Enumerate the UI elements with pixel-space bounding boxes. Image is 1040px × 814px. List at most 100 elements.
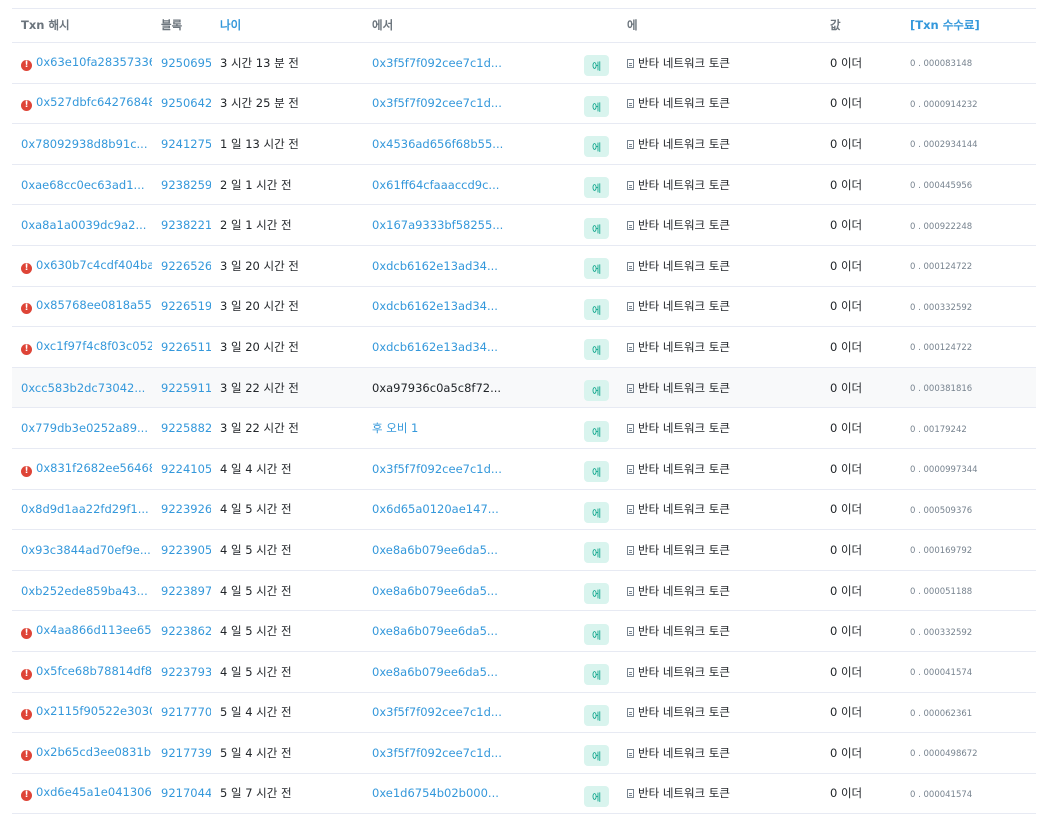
txn-hash-link[interactable]: 0x2b65cd3ee0831b... [36, 745, 152, 759]
to-token-link[interactable]: 반타 네트워크 토큰 [638, 786, 730, 800]
block-link[interactable]: 9223897 [161, 584, 211, 598]
from-address-link[interactable]: 0x3f5f7f092cee7c1d... [372, 462, 502, 476]
txn-hash-link[interactable]: 0x63e10fa28357336... [36, 55, 152, 69]
from-address-link[interactable]: 0xe1d6754b02b000... [372, 786, 499, 800]
from-address-link[interactable]: 0x3f5f7f092cee7c1d... [372, 705, 502, 719]
block-link[interactable]: 9226511 [161, 340, 211, 354]
from-address-link[interactable]: 0x3f5f7f092cee7c1d... [372, 96, 502, 110]
from-address-link[interactable]: 0xe8a6b079ee6da5... [372, 584, 498, 598]
txn-hash-link[interactable]: 0x630b7c4cdf404ba... [36, 258, 152, 272]
block-link[interactable]: 9224105 [161, 462, 211, 476]
to-token-link[interactable]: 반타 네트워크 토큰 [638, 178, 730, 192]
block-link[interactable]: 9238259 [161, 178, 211, 192]
block-link[interactable]: 9241275 [161, 137, 211, 151]
value-cell: 0 이더 [821, 448, 901, 490]
from-address-link[interactable]: 0x6d65a0120ae147... [372, 502, 499, 516]
txn-hash-link[interactable]: 0x527dbfc64276848... [36, 95, 152, 109]
block-link[interactable]: 9223926 [161, 502, 211, 516]
to-token-link[interactable]: 반타 네트워크 토큰 [638, 340, 730, 354]
txn-hash-link[interactable]: 0xa8a1a0039dc9a2... [21, 218, 146, 232]
block-link[interactable]: 9225882 [161, 421, 211, 435]
txn-hash-link[interactable]: 0x831f2682ee56468... [36, 461, 152, 475]
to-token-link[interactable]: 반타 네트워크 토큰 [638, 56, 730, 70]
to-token-link[interactable]: 반타 네트워크 토큰 [638, 96, 730, 110]
txn-hash-link[interactable]: 0x85768ee0818a55... [36, 298, 152, 312]
from-address-link[interactable]: 후 오비 1 [372, 421, 418, 435]
contract-file-icon [627, 99, 634, 109]
txn-hash-link[interactable]: 0x5fce68b78814df8... [36, 664, 152, 678]
to-token-link[interactable]: 반타 네트워크 토큰 [638, 137, 730, 151]
txn-hash-link[interactable]: 0x93c3844ad70ef9e... [21, 543, 151, 557]
direction-badge: 에 [584, 745, 610, 767]
to-cell: 반타 네트워크 토큰 [618, 245, 821, 287]
txn-hash-link[interactable]: 0x2115f90522e3030... [36, 704, 152, 718]
txn-hash-link[interactable]: 0x8d9d1aa22fd29f1... [21, 502, 149, 516]
to-token-link[interactable]: 반타 네트워크 토큰 [638, 299, 730, 313]
to-token-link[interactable]: 반타 네트워크 토큰 [638, 421, 730, 435]
header-age[interactable]: 나이 [211, 8, 363, 43]
txn-hash-link[interactable]: 0xcc583b2dc73042... [21, 381, 145, 395]
txn-hash-link[interactable]: 0x4aa866d113ee65... [36, 623, 152, 637]
block-link[interactable]: 9223905 [161, 543, 211, 557]
to-token-link[interactable]: 반타 네트워크 토큰 [638, 543, 730, 557]
block-link[interactable]: 9238221 [161, 218, 211, 232]
direction-badge: 에 [584, 95, 610, 117]
to-token-link[interactable]: 반타 네트워크 토큰 [638, 665, 730, 679]
from-address-link[interactable]: 0xdcb6162e13ad34... [372, 340, 498, 354]
from-address-link[interactable]: 0x4536ad656f68b55... [372, 137, 503, 151]
to-token-link[interactable]: 반타 네트워크 토큰 [638, 705, 730, 719]
direction-cell: 에 [575, 123, 618, 165]
to-token-link[interactable]: 반타 네트워크 토큰 [638, 584, 730, 598]
to-token-link[interactable]: 반타 네트워크 토큰 [638, 462, 730, 476]
txn-hash-link[interactable]: 0x78092938d8b91c... [21, 137, 148, 151]
block-link[interactable]: 9223793 [161, 665, 211, 679]
from-address-link[interactable]: 0x3f5f7f092cee7c1d... [372, 56, 502, 70]
from-address-link[interactable]: 0xa97936c0a5c8f72... [372, 381, 501, 395]
from-cell: 후 오비 1 [363, 407, 575, 449]
block-link[interactable]: 9226526 [161, 259, 211, 273]
error-icon: ! [21, 790, 32, 802]
contract-file-icon [627, 545, 634, 555]
to-token-link[interactable]: 반타 네트워크 토큰 [638, 746, 730, 760]
block-link[interactable]: 9223862 [161, 624, 211, 638]
to-token-link[interactable]: 반타 네트워크 토큰 [638, 624, 730, 638]
block-link[interactable]: 9250695 [161, 56, 211, 70]
to-token-link[interactable]: 반타 네트워크 토큰 [638, 381, 730, 395]
txn-hash-link[interactable]: 0xc1f97f4c8f03c052... [36, 339, 152, 353]
txn-hash-link[interactable]: 0x779db3e0252a89... [21, 421, 148, 435]
from-address-link[interactable]: 0xdcb6162e13ad34... [372, 259, 498, 273]
direction-cell: 에 [575, 407, 618, 449]
from-cell: 0x4536ad656f68b55... [363, 123, 575, 165]
transactions-table: Txn 해시 블록 나이 에서 에 값 [Txn 수수료] ! 0x63e10fa… [12, 8, 1036, 814]
contract-file-icon [627, 505, 634, 515]
direction-badge: 에 [584, 380, 610, 402]
header-fee[interactable]: [Txn 수수료] [901, 8, 1036, 43]
from-address-link[interactable]: 0x61ff64cfaaaccd9c... [372, 178, 499, 192]
from-cell: 0x6d65a0120ae147... [363, 489, 575, 531]
block-link[interactable]: 9226519 [161, 299, 211, 313]
to-token-link[interactable]: 반타 네트워크 토큰 [638, 502, 730, 516]
block-link[interactable]: 9250642 [161, 96, 211, 110]
from-address-link[interactable]: 0xe8a6b079ee6da5... [372, 665, 498, 679]
block-link[interactable]: 9217739 [161, 746, 211, 760]
block-link[interactable]: 9217044 [161, 786, 211, 800]
direction-badge: 에 [584, 583, 610, 605]
hash-cell: ! 0x630b7c4cdf404ba... [12, 245, 152, 287]
from-cell: 0xe8a6b079ee6da5... [363, 610, 575, 652]
to-token-link[interactable]: 반타 네트워크 토큰 [638, 259, 730, 273]
to-token-link[interactable]: 반타 네트워크 토큰 [638, 218, 730, 232]
table-row: 0xcc583b2dc73042... 9225911 3 일 22 시간 전 … [12, 367, 1036, 409]
from-address-link[interactable]: 0xdcb6162e13ad34... [372, 299, 498, 313]
from-address-link[interactable]: 0x167a9333bf58255... [372, 218, 503, 232]
block-link[interactable]: 9225911 [161, 381, 211, 395]
block-link[interactable]: 9217770 [161, 705, 211, 719]
txn-hash-link[interactable]: 0xae68cc0ec63ad1... [21, 178, 145, 192]
hash-cell: 0xcc583b2dc73042... [12, 367, 152, 409]
hash-cell: ! 0x5fce68b78814df8... [12, 651, 152, 693]
from-address-link[interactable]: 0xe8a6b079ee6da5... [372, 624, 498, 638]
from-address-link[interactable]: 0xe8a6b079ee6da5... [372, 543, 498, 557]
txn-hash-link[interactable]: 0xb252ede859ba43... [21, 584, 148, 598]
fee-cell: 0 . 000083148 [901, 42, 1036, 84]
txn-hash-link[interactable]: 0xd6e45a1e041306... [36, 785, 152, 799]
from-address-link[interactable]: 0x3f5f7f092cee7c1d... [372, 746, 502, 760]
